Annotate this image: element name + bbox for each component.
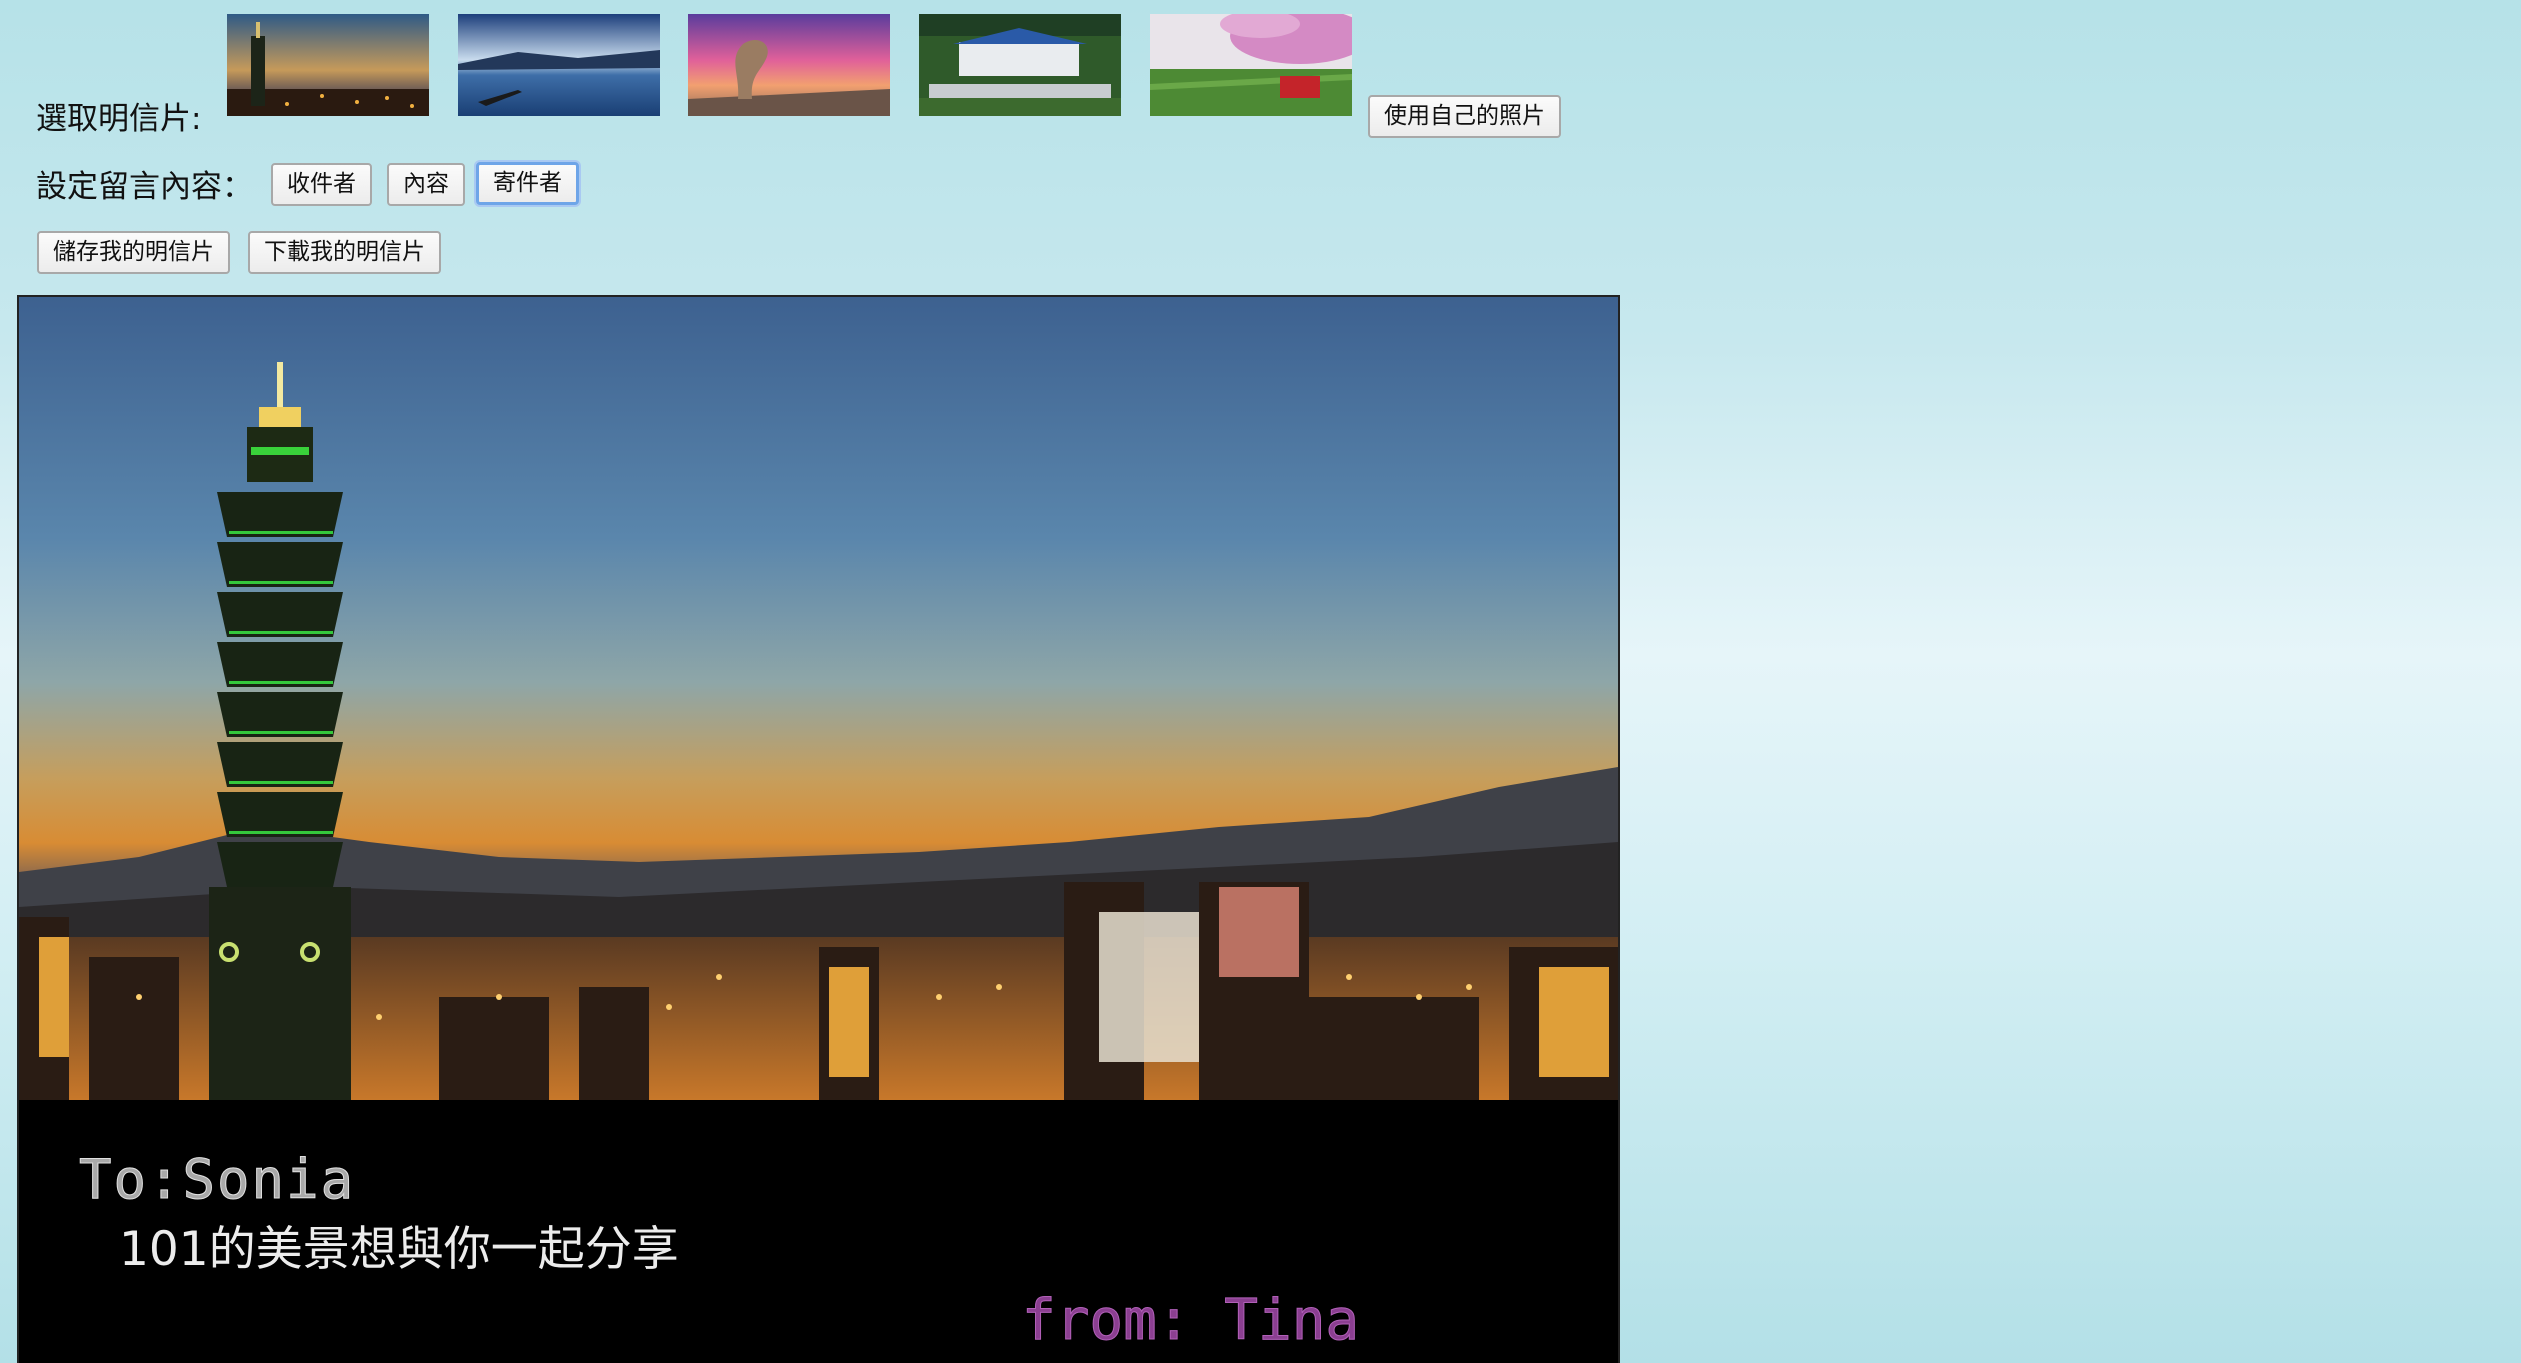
thumb-sun-moon-lake[interactable] — [458, 14, 660, 116]
sender-button[interactable]: 寄件者 — [476, 162, 579, 205]
thumb-taipei-101[interactable] — [227, 14, 429, 116]
save-postcard-button[interactable]: 儲存我的明信片 — [37, 231, 230, 274]
postcard-photo — [19, 297, 1618, 1100]
palace-garden-icon — [919, 14, 1121, 116]
set-message-label: 設定留言內容： — [36, 169, 253, 205]
download-postcard-button[interactable]: 下載我的明信片 — [248, 231, 441, 274]
postcard-sender-text: from: Tina — [1021, 1288, 1360, 1354]
taipei-101-skyline-icon — [227, 14, 429, 116]
rock-formation-sunset-icon — [688, 14, 890, 116]
lake-boat-sunset-icon — [458, 14, 660, 116]
content-button[interactable]: 內容 — [387, 163, 465, 206]
thumb-queens-head-rock[interactable] — [688, 14, 890, 116]
use-own-photo-button[interactable]: 使用自己的照片 — [1368, 95, 1561, 138]
postcard-message-area: To:Sonia 101的美景想與你一起分享 from: Tina — [19, 1100, 1618, 1363]
postcard-recipient-text: To:Sonia — [78, 1148, 356, 1212]
postcard-canvas[interactable]: To:Sonia 101的美景想與你一起分享 from: Tina — [17, 295, 1620, 1363]
thumb-alishan-train[interactable] — [1150, 14, 1352, 116]
select-postcard-label: 選取明信片: — [36, 101, 202, 137]
cherry-blossom-train-icon — [1150, 14, 1352, 116]
recipient-button[interactable]: 收件者 — [271, 163, 372, 206]
postcard-content-text: 101的美景想與你一起分享 — [119, 1222, 679, 1277]
thumb-palace[interactable] — [919, 14, 1121, 116]
